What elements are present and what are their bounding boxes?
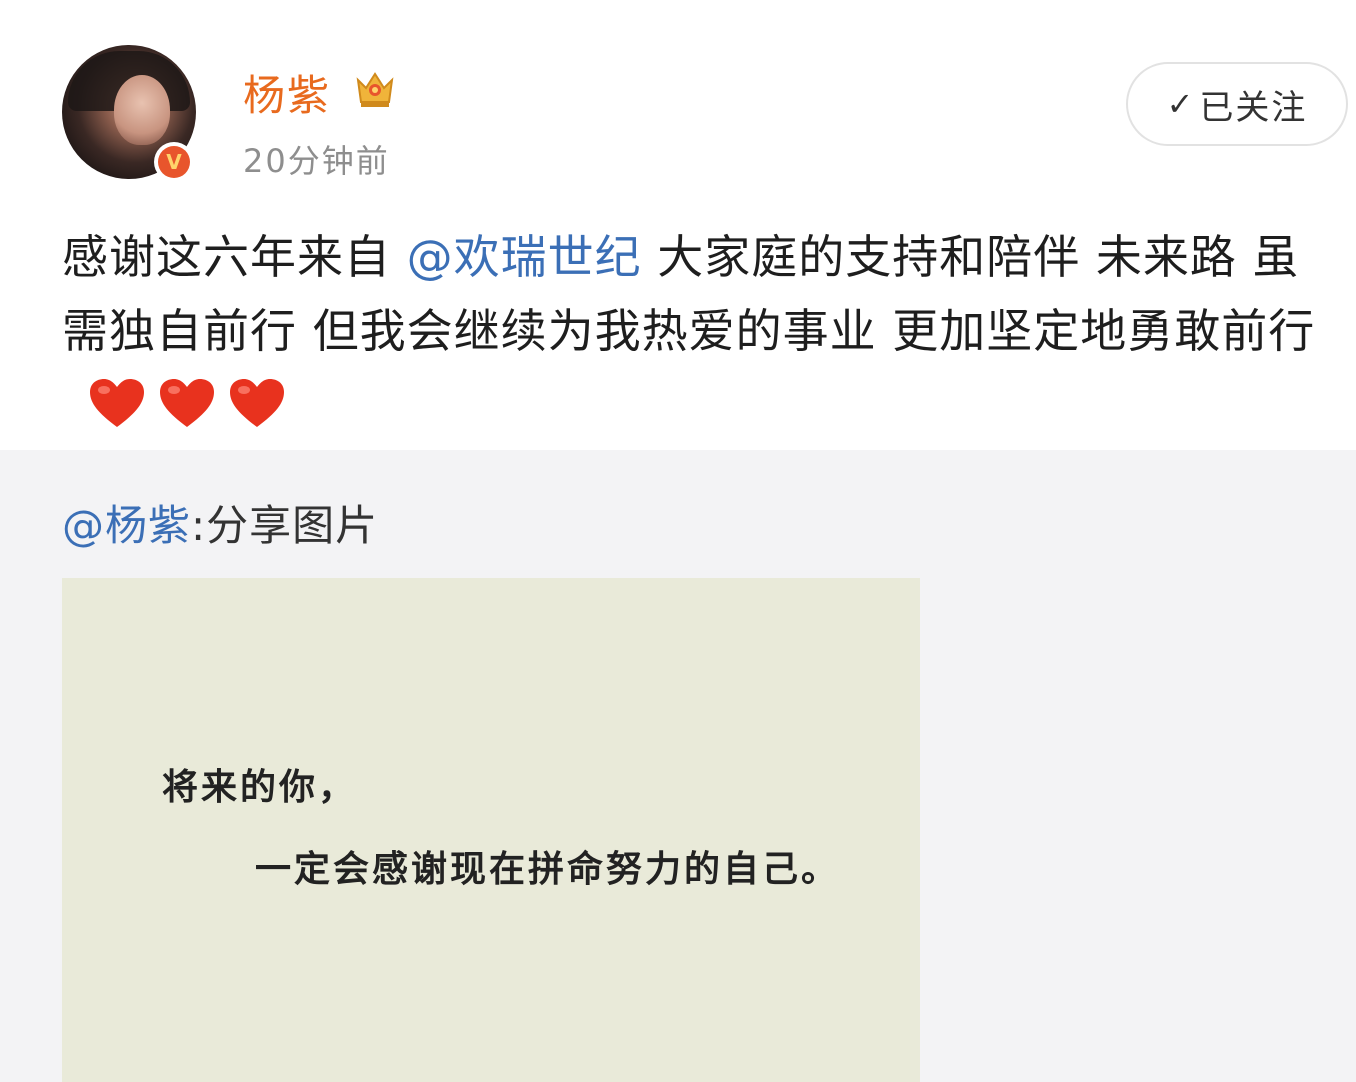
repost-author: @杨紫:分享图片 [62,492,378,553]
mention-link[interactable]: @欢瑞世纪 [407,230,642,284]
weibo-post: V 杨紫 20分钟前 ✓ 已关注 感谢这六年来自 @欢瑞世纪 大家庭的支持和陪伴… [0,0,1356,450]
quote-line-2: 一定会感谢现在拼命努力的自己。 [255,848,841,890]
follow-label: 已关注 [1199,87,1308,128]
post-text: 感谢这六年来自 @欢瑞世纪 大家庭的支持和陪伴 未来路 虽需独自前行 但我会继续… [62,220,1332,442]
followed-button[interactable]: ✓ 已关注 [1126,62,1348,146]
heart-icon [89,379,144,427]
heart-icon [229,379,284,427]
repost-author-mention[interactable]: @杨紫 [62,501,191,550]
verified-badge-icon: V [154,142,194,182]
repost-share-text: :分享图片 [191,501,379,550]
checkmark-icon: ✓ [1166,85,1196,123]
shared-image[interactable] [62,578,920,1082]
post-time: 20分钟前 [243,142,390,180]
heart-icon [159,379,214,427]
avatar-face [114,75,170,145]
quote-line-1: 将来的你， [162,766,358,808]
post-text-part1: 感谢这六年来自 [62,230,407,284]
author-name[interactable]: 杨紫 [243,62,331,123]
verified-badge-letter: V [158,146,190,178]
crown-icon [356,72,394,107]
